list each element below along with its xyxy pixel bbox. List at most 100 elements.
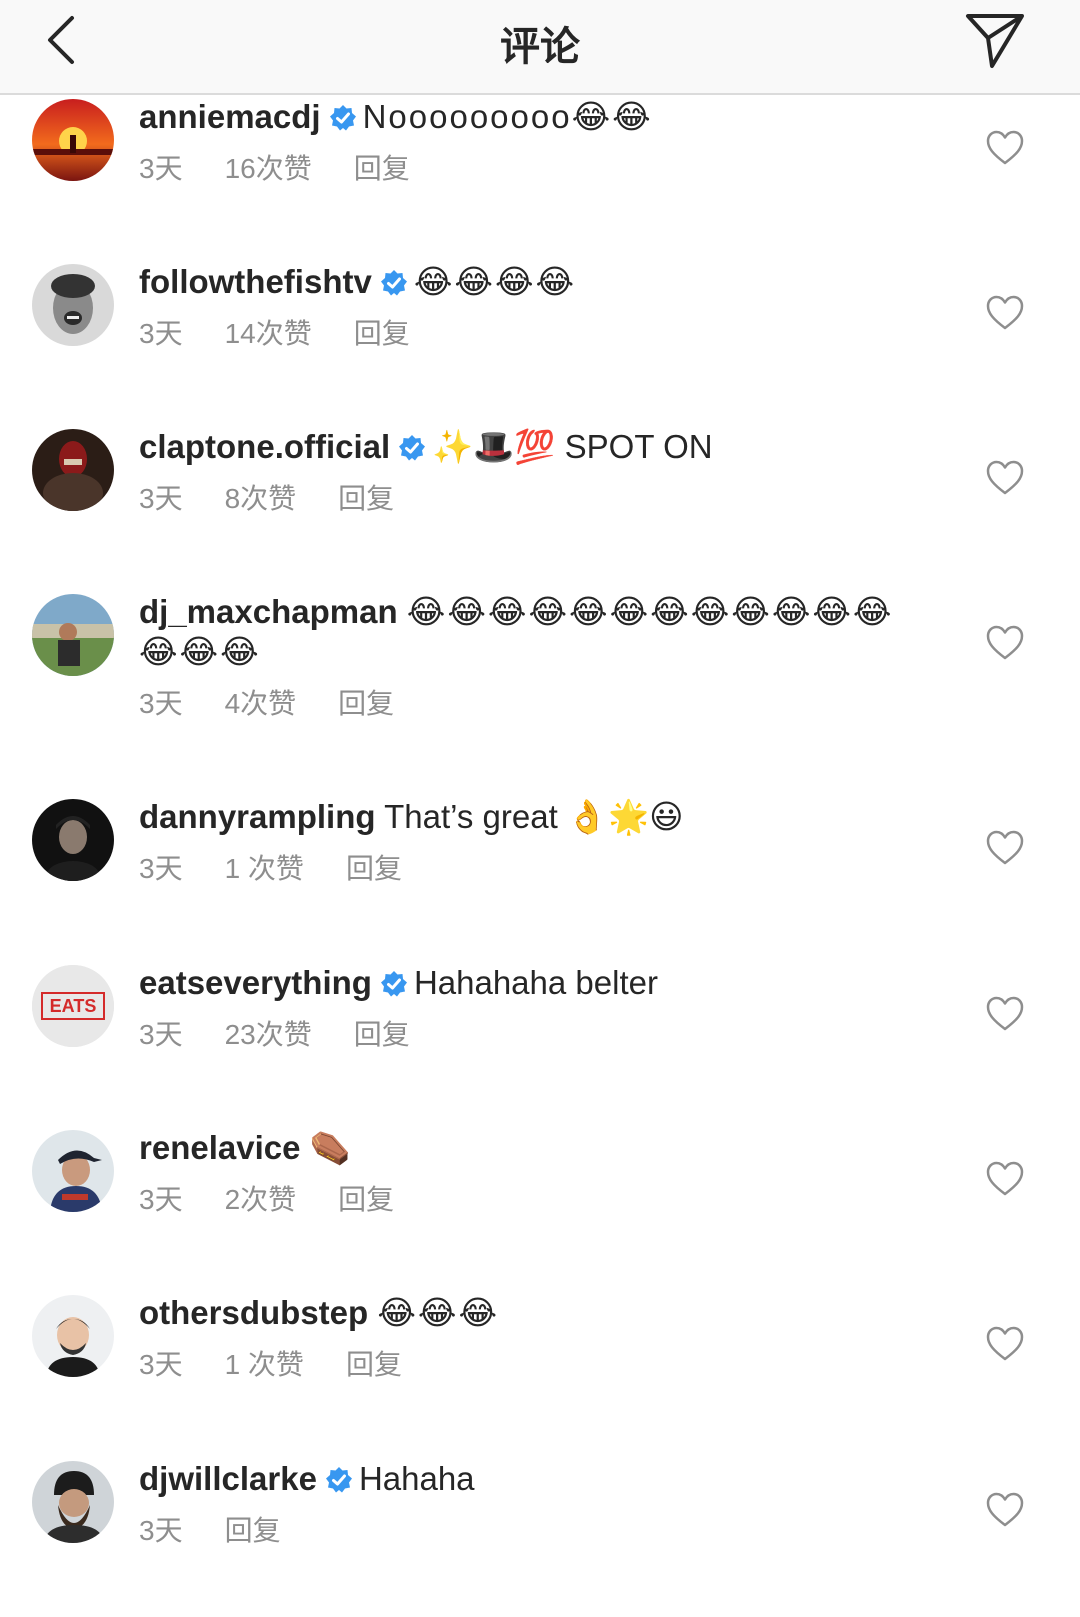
comment-time: 3天	[139, 483, 183, 514]
username[interactable]: eatseverything	[139, 964, 372, 1001]
comment-time: 3天	[139, 1184, 183, 1215]
reply-button[interactable]: 回复	[346, 853, 402, 884]
comment-meta: 3天 23次赞 回复	[139, 1017, 929, 1053]
comment-body: dannyrampling That’s great 👌🌟😃 3天 1 次赞 回复	[139, 797, 929, 887]
comment-item: EATS eatseverything Hahahaha belter 3天 23次…	[0, 961, 1080, 1121]
comment-line: djwillclarke Hahaha	[139, 1459, 929, 1499]
like-count[interactable]: 16次赞	[225, 153, 312, 184]
comment-line: othersdubstep 😂😂😂	[139, 1293, 929, 1333]
comment-item: renelavice ⚰️ 3天 2次赞 回复	[0, 1126, 1080, 1286]
comment-time: 3天	[139, 1349, 183, 1380]
comment-body: eatseverything Hahahaha belter 3天 23次赞 回复	[139, 963, 929, 1053]
comment-body: djwillclarke Hahaha 3天 回复	[139, 1459, 929, 1549]
heart-icon[interactable]	[985, 459, 1025, 497]
comment-body: claptone.official ✨🎩💯 SPOT ON 3天 8次赞 回复	[139, 427, 929, 517]
avatar[interactable]	[32, 1461, 114, 1543]
comment-item: dannyrampling That’s great 👌🌟😃 3天 1 次赞 回复	[0, 795, 1080, 955]
username[interactable]: anniemacdj	[139, 98, 321, 135]
like-count[interactable]: 1 次赞	[225, 853, 304, 884]
face-bw-avatar-image	[32, 264, 114, 346]
reply-button[interactable]: 回复	[354, 153, 410, 184]
heart-icon[interactable]	[985, 1325, 1025, 1363]
avatar[interactable]	[32, 429, 114, 511]
eats-logo-text: EATS	[50, 996, 97, 1016]
comment-meta: 3天 8次赞 回复	[139, 481, 929, 517]
reply-button[interactable]: 回复	[346, 1349, 402, 1380]
like-count[interactable]: 4次赞	[225, 688, 297, 719]
username[interactable]: followthefishtv	[139, 263, 372, 300]
comment-time: 3天	[139, 153, 183, 184]
username[interactable]: dj_maxchapman	[139, 593, 398, 630]
avatar[interactable]	[32, 799, 114, 881]
heart-icon[interactable]	[985, 995, 1025, 1033]
comment-meta: 3天 1 次赞 回复	[139, 1347, 929, 1383]
reply-button[interactable]: 回复	[354, 318, 410, 349]
comment-text: ✨🎩💯 SPOT ON	[432, 428, 713, 465]
comment-item: djwillclarke Hahaha 3天 回复	[0, 1457, 1080, 1617]
reply-button[interactable]: 回复	[354, 1019, 410, 1050]
username[interactable]: claptone.official	[139, 428, 390, 465]
mask-avatar-image	[32, 429, 114, 511]
comment-meta: 3天 4次赞 回复	[139, 686, 919, 722]
verified-badge-icon	[380, 270, 407, 296]
outdoor-avatar-image	[32, 594, 114, 676]
like-count[interactable]: 1 次赞	[225, 1349, 304, 1380]
avatar[interactable]	[32, 264, 114, 346]
comment-item: followthefishtv 😂😂😂😂 3天 14次赞 回复	[0, 260, 1080, 420]
like-count[interactable]: 14次赞	[225, 318, 312, 349]
like-count[interactable]: 23次赞	[225, 1019, 312, 1050]
like-count[interactable]: 2次赞	[225, 1184, 297, 1215]
comment-line: eatseverything Hahahaha belter	[139, 963, 929, 1003]
verified-badge-icon	[329, 105, 356, 131]
heart-icon[interactable]	[985, 829, 1025, 867]
comment-text: Hahahaha belter	[413, 964, 658, 1001]
username[interactable]: othersdubstep	[139, 1294, 368, 1331]
heart-icon[interactable]	[985, 129, 1025, 167]
avatar[interactable]	[32, 99, 114, 181]
comment-body: followthefishtv 😂😂😂😂 3天 14次赞 回复	[139, 262, 929, 352]
comment-text: That’s great 👌🌟😃	[384, 798, 684, 835]
reply-button[interactable]: 回复	[338, 483, 394, 514]
comment-line: claptone.official ✨🎩💯 SPOT ON	[139, 427, 929, 467]
heart-icon[interactable]	[985, 1160, 1025, 1198]
reply-button[interactable]: 回复	[225, 1515, 281, 1546]
heart-icon[interactable]	[985, 1491, 1025, 1529]
comment-line: renelavice ⚰️	[139, 1128, 929, 1168]
avatar[interactable]	[32, 1130, 114, 1212]
comment-time: 3天	[139, 853, 183, 884]
comment-time: 3天	[139, 688, 183, 719]
cap-avatar-image	[32, 1130, 114, 1212]
comment-meta: 3天 1 次赞 回复	[139, 851, 929, 887]
comment-line: anniemacdj Nooooooooo😂😂	[139, 97, 929, 137]
avatar[interactable]: EATS	[32, 965, 114, 1047]
like-count[interactable]: 8次赞	[225, 483, 297, 514]
page-title: 评论	[500, 25, 580, 69]
comment-body: renelavice ⚰️ 3天 2次赞 回复	[139, 1128, 929, 1218]
comment-text: Hahaha	[358, 1460, 475, 1497]
heart-icon[interactable]	[985, 624, 1025, 662]
reply-button[interactable]: 回复	[338, 688, 394, 719]
comment-item: dj_maxchapman 😂😂😂😂😂😂😂😂😂😂😂😂😂😂😂 3天 4次赞 回复	[0, 590, 1080, 790]
dark-portrait-avatar-image	[32, 799, 114, 881]
comment-body: dj_maxchapman 😂😂😂😂😂😂😂😂😂😂😂😂😂😂😂 3天 4次赞 回复	[139, 592, 919, 722]
eats-logo-avatar-image: EATS	[32, 965, 114, 1047]
verified-badge-icon	[399, 435, 426, 461]
comment-time: 3天	[139, 318, 183, 349]
avatar[interactable]	[32, 594, 114, 676]
direct-send-icon[interactable]	[960, 6, 1030, 72]
username[interactable]: dannyrampling	[139, 798, 376, 835]
comment-line: dj_maxchapman 😂😂😂😂😂😂😂😂😂😂😂😂😂😂😂	[139, 592, 919, 672]
reply-button[interactable]: 回复	[338, 1184, 394, 1215]
username[interactable]: djwillclarke	[139, 1460, 317, 1497]
username[interactable]: renelavice	[139, 1129, 300, 1166]
beanie-avatar-image	[32, 1461, 114, 1543]
avatar[interactable]	[32, 1295, 114, 1377]
sunset-avatar-image	[32, 99, 114, 181]
comment-item: othersdubstep 😂😂😂 3天 1 次赞 回复	[0, 1291, 1080, 1451]
comment-line: followthefishtv 😂😂😂😂	[139, 262, 929, 302]
comment-item: anniemacdj Nooooooooo😂😂 3天 16次赞 回复	[0, 95, 1080, 255]
comment-text: Nooooooooo😂😂	[362, 98, 653, 135]
comment-text: 😂😂😂😂	[413, 263, 577, 300]
heart-icon[interactable]	[985, 294, 1025, 332]
comment-meta: 3天 16次赞 回复	[139, 151, 929, 187]
